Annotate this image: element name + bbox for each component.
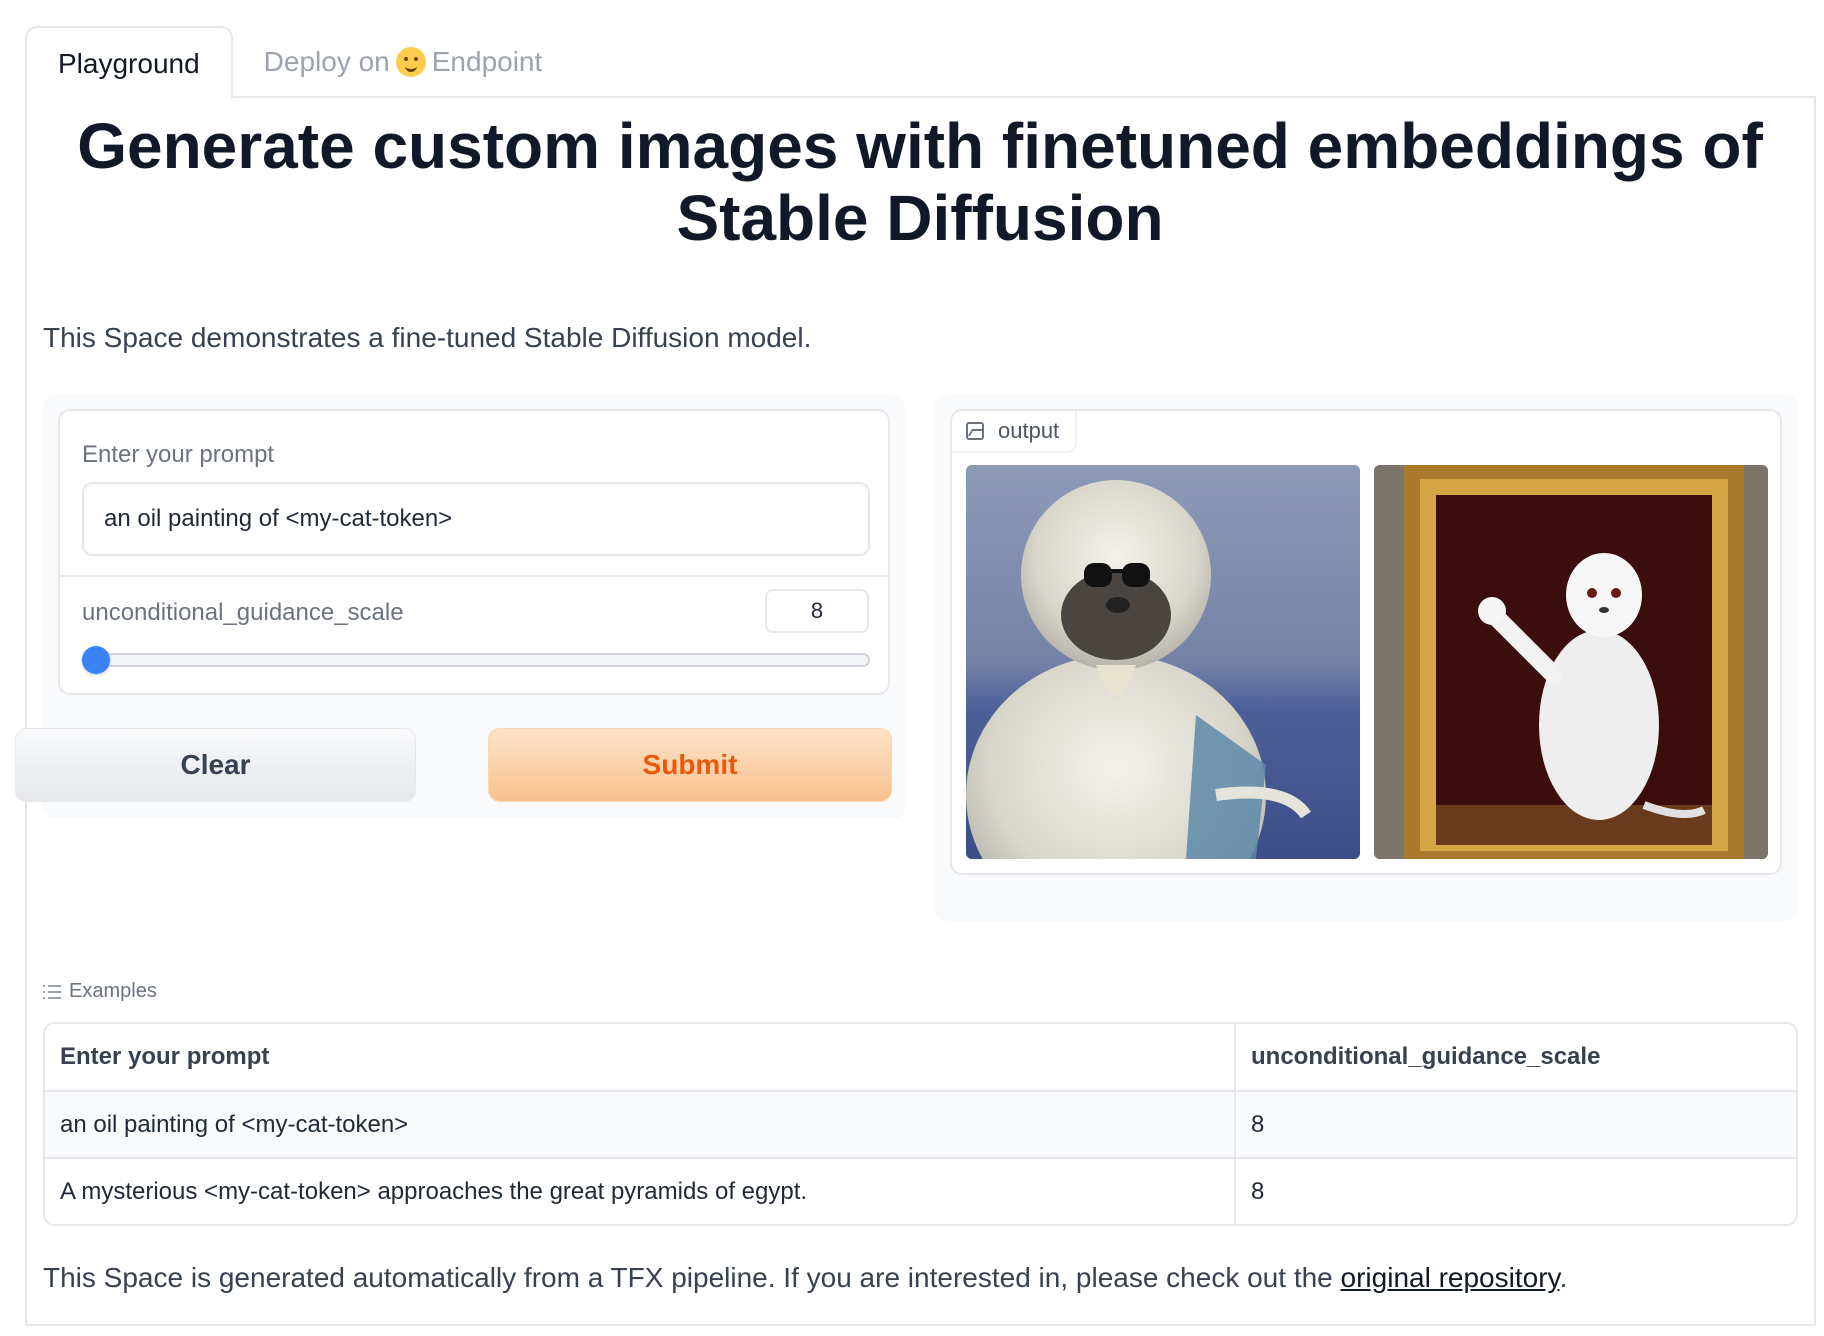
footer-text: This Space is generated automatically fr…: [43, 1262, 1567, 1294]
tab-deploy-endpoint[interactable]: Deploy on Endpoint: [233, 26, 574, 98]
guidance-scale-slider-track[interactable]: [82, 653, 870, 667]
table-row[interactable]: A mysterious <my-cat-token> approaches t…: [45, 1157, 1796, 1224]
table-row[interactable]: an oil painting of <my-cat-token> 8: [45, 1090, 1796, 1157]
table-header-row: Enter your prompt unconditional_guidance…: [45, 1024, 1796, 1090]
output-image-2[interactable]: [1374, 465, 1768, 859]
tab-deploy-prefix: Deploy on: [263, 46, 390, 77]
form-divider: [60, 575, 888, 577]
page-description: This Space demonstrates a fine-tuned Sta…: [43, 322, 812, 353]
prompt-input[interactable]: [82, 482, 870, 556]
output-gallery: output: [950, 409, 1782, 875]
output-label-tag: output: [952, 411, 1078, 453]
table-header-scale: unconditional_guidance_scale: [1251, 1043, 1601, 1070]
guidance-scale-slider-thumb[interactable]: [82, 646, 110, 674]
output-label: output: [998, 418, 1060, 443]
footer-body: This Space is generated automatically fr…: [43, 1262, 1333, 1293]
examples-label: Examples: [69, 980, 157, 1002]
example-scale-cell: 8: [1251, 1110, 1265, 1138]
tab-bar: Playground Deploy on Endpoint: [25, 26, 574, 99]
original-repository-link[interactable]: original repository: [1341, 1262, 1560, 1293]
example-scale-cell: 8: [1251, 1177, 1265, 1205]
list-icon: [43, 984, 61, 999]
prompt-label: Enter your prompt: [82, 441, 275, 468]
tab-playground[interactable]: Playground: [25, 26, 233, 99]
hugging-face-icon: [395, 47, 426, 77]
white-creature-in-frame-image: [1374, 465, 1768, 859]
examples-table: Enter your prompt unconditional_guidance…: [43, 1022, 1798, 1226]
clear-button[interactable]: Clear: [15, 728, 416, 802]
output-image-1[interactable]: [966, 465, 1360, 859]
page-title: Generate custom images with finetuned em…: [77, 110, 1763, 254]
tab-playground-label: Playground: [58, 47, 200, 79]
example-prompt-cell: A mysterious <my-cat-token> approaches t…: [45, 1159, 1236, 1224]
image-icon: [966, 422, 984, 440]
fluffy-creature-with-sunglasses-image: [966, 465, 1360, 859]
tab-deploy-suffix: Endpoint: [431, 46, 543, 77]
output-panel: output: [934, 395, 1798, 921]
table-header-prompt: Enter your prompt: [45, 1024, 1236, 1090]
guidance-scale-label: unconditional_guidance_scale: [82, 599, 404, 626]
submit-button[interactable]: Submit: [488, 728, 892, 802]
guidance-scale-number-input[interactable]: [765, 589, 869, 633]
input-form: Enter your prompt unconditional_guidance…: [58, 409, 890, 695]
footer-end: .: [1559, 1262, 1568, 1293]
examples-heading: Examples: [43, 980, 157, 1003]
example-prompt-cell: an oil painting of <my-cat-token>: [45, 1092, 1236, 1157]
